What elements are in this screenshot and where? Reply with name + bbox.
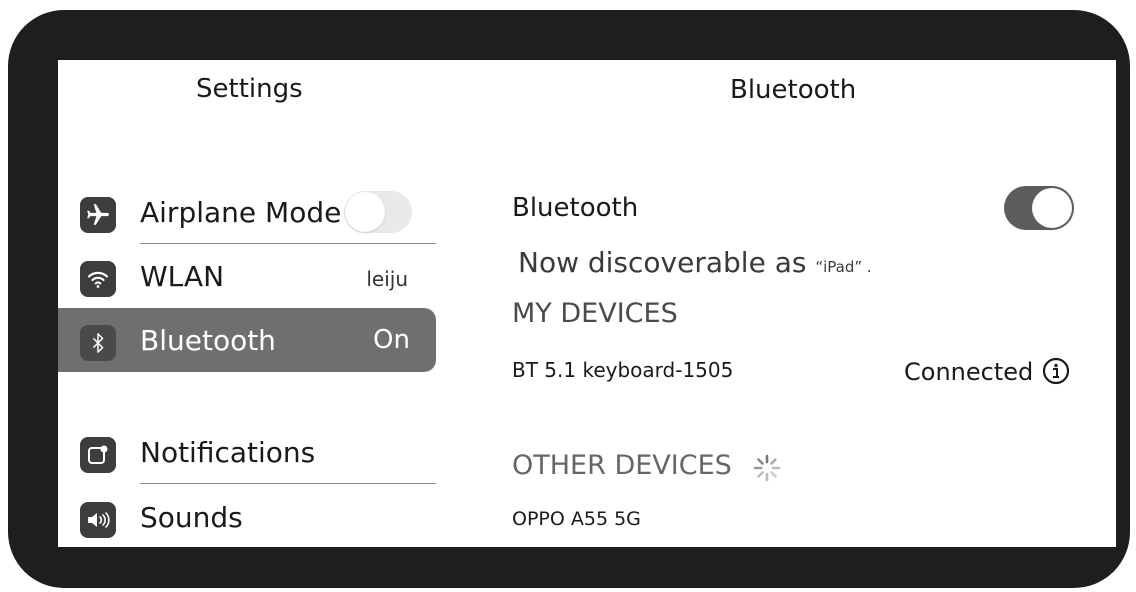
sidebar-item-notifications[interactable]: Notifications [58,420,436,484]
my-devices-header: MY DEVICES [512,298,678,329]
screen: Settings Bluetooth Airplane Mode WLAN le… [58,60,1116,547]
sidebar-item-label: Bluetooth [140,324,276,357]
settings-title: Settings [196,74,303,104]
airplane-mode-toggle[interactable] [344,191,412,233]
speaker-icon [80,502,116,538]
bluetooth-status-value: On [373,325,410,355]
other-device-row-name[interactable]: OPPO A55 5G [512,508,641,530]
device-connection-status: Connected [904,358,1034,386]
discoverable-text: Now discoverable as “iPad” . [518,246,872,279]
sidebar-item-airplane-mode[interactable]: Airplane Mode [58,180,436,244]
sidebar-item-label: Sounds [140,501,243,534]
sidebar-item-label: Airplane Mode [140,196,342,229]
airplane-icon [80,197,116,233]
info-icon[interactable] [1042,357,1070,385]
other-devices-header: OTHER DEVICES [512,450,732,481]
wlan-network-value: leiju [366,267,408,291]
sidebar-item-label: Notifications [140,436,316,469]
discoverable-device-name: “iPad” . [815,258,872,276]
bluetooth-title: Bluetooth [730,75,857,105]
toggle-knob [1032,188,1072,228]
discoverable-label: Now discoverable as [518,246,807,279]
wifi-icon [80,261,116,297]
bluetooth-icon [80,325,116,361]
notifications-icon [80,437,116,473]
sidebar-item-wlan[interactable]: WLAN leiju [58,244,436,308]
loading-spinner-icon [753,454,781,482]
sidebar-item-sounds[interactable]: Sounds [58,485,436,547]
sidebar-item-label: WLAN [140,260,225,293]
toggle-knob [345,192,385,232]
device-row-name[interactable]: BT 5.1 keyboard-1505 [512,358,733,382]
sidebar-item-bluetooth[interactable]: Bluetooth On [58,308,436,372]
bluetooth-toggle[interactable] [1004,186,1074,230]
bluetooth-setting-label: Bluetooth [512,193,639,223]
divider [140,483,436,484]
